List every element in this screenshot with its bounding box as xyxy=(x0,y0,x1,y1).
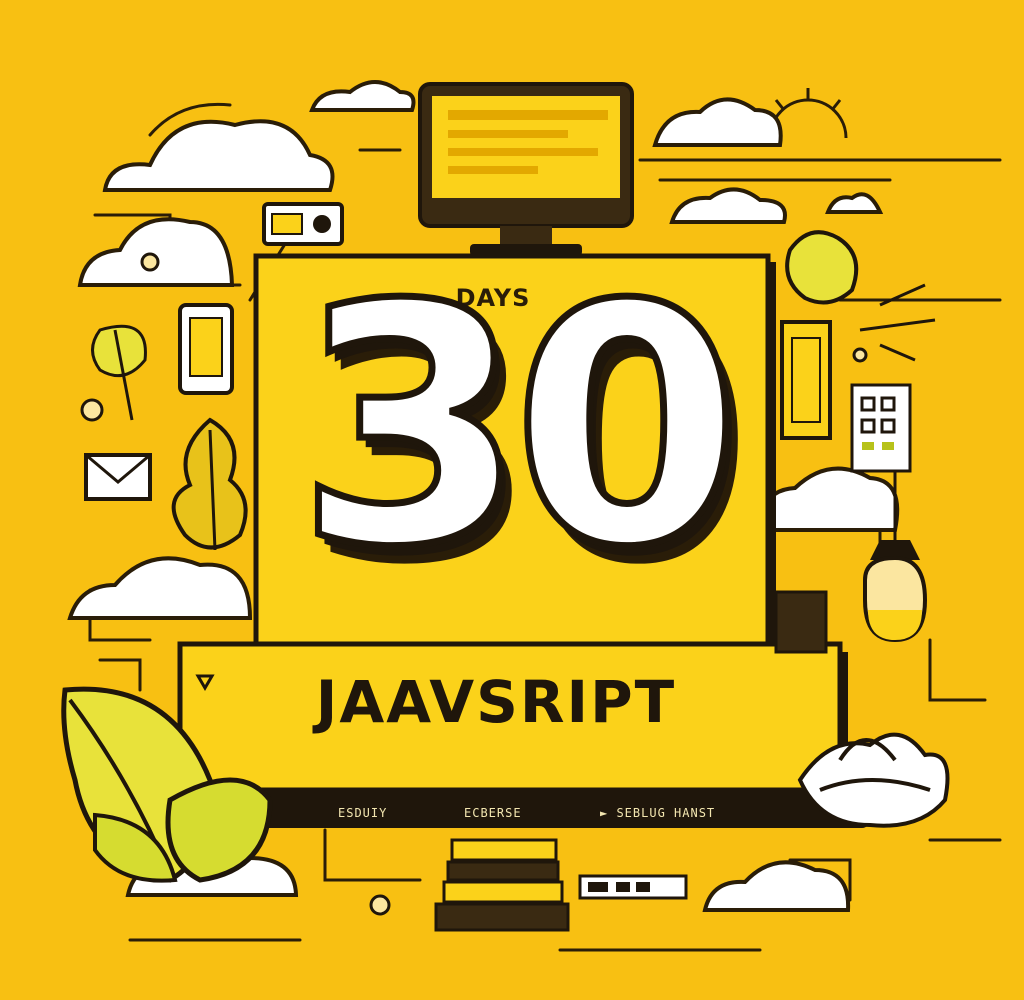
calendar-icon xyxy=(850,383,912,473)
tower-block xyxy=(774,590,828,654)
books-icon xyxy=(434,838,570,932)
big-number: 30 xyxy=(293,235,745,619)
banner-item: ECBERSE xyxy=(464,806,522,820)
monitor-icon xyxy=(418,82,634,256)
banner-item: ESDUIY xyxy=(338,806,388,820)
banner-item: ► SEBLUG HANST xyxy=(600,806,716,820)
envelope-icon xyxy=(84,453,152,501)
phone-icon xyxy=(178,303,234,395)
banner-title: JAAVSRIPT xyxy=(315,668,677,736)
poster: DAYS 30 JAAVSRIPT ESDUIY ECBERSE ► SEBLU… xyxy=(0,0,1024,1000)
progress-widget xyxy=(578,874,688,900)
